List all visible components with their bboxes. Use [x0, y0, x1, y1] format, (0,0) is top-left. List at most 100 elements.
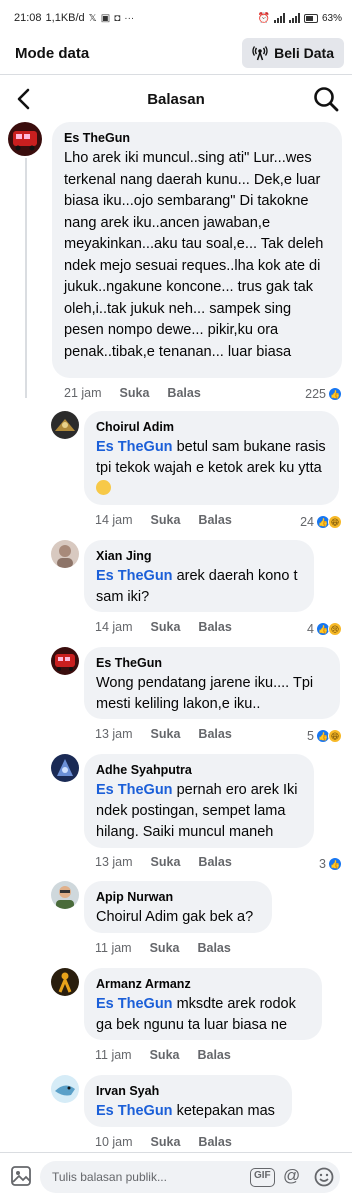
like-button[interactable]: Suka [151, 1135, 181, 1149]
reply-button[interactable]: Balas [198, 1135, 231, 1149]
comment-actions: 21 jam Suka Balas [64, 386, 201, 400]
reaction-count[interactable]: 4 👍 😢 [307, 622, 342, 636]
comment-time: 11 jam [95, 1048, 132, 1062]
avatar-image-icon [8, 122, 42, 156]
signal-icon [273, 13, 285, 23]
reaction-number: 225 [305, 387, 326, 401]
mention-link[interactable]: Es TheGun [96, 782, 173, 798]
avatar[interactable] [51, 647, 79, 675]
avatar-image-icon [51, 411, 79, 439]
reply-button[interactable]: Balas [197, 941, 230, 955]
comment-author[interactable]: Armanz Armanz [96, 976, 310, 992]
comment-actions: 14 jam Suka Balas [95, 620, 232, 634]
comment-time: 10 jam [95, 1135, 133, 1149]
avatar-image-icon [51, 540, 79, 568]
comment-actions: 11 jam Suka Balas [95, 941, 231, 955]
like-button[interactable]: Suka [120, 386, 150, 400]
like-button[interactable]: Suka [151, 855, 181, 869]
reply-button[interactable]: Balas [198, 620, 231, 634]
mention-link[interactable]: Es TheGun [96, 439, 173, 455]
reply-composer: Tulis balasan publik... GIF @ [0, 1152, 352, 1200]
data-mode-title: Mode data [15, 44, 90, 62]
comment-time: 14 jam [95, 513, 133, 527]
reaction-number: 24 [300, 515, 314, 529]
like-button[interactable]: Suka [150, 941, 180, 955]
comment-author[interactable]: Irvan Syah [96, 1083, 280, 1099]
comment-bubble[interactable]: Irvan Syah Es TheGun ketepakan mas [84, 1075, 292, 1127]
comment-bubble[interactable]: Apip Nurwan Choirul Adim gak bek a? [84, 881, 272, 933]
reply-button[interactable]: Balas [198, 855, 231, 869]
avatar[interactable] [51, 1075, 79, 1103]
comment-body: ketepakan mas [172, 1103, 275, 1119]
haha-reaction-icon: 😆 [328, 515, 342, 529]
alarm-icon: ⏰ [257, 12, 270, 24]
avatar-image-icon [51, 1075, 79, 1103]
reply-button[interactable]: Balas [198, 513, 231, 527]
haha-reaction-icon: 😆 [328, 729, 342, 743]
like-button[interactable]: Suka [151, 727, 181, 741]
comment-bubble[interactable]: Es TheGun Wong pendatang jarene iku.... … [84, 647, 340, 719]
comment-text: Es TheGun ketepakan mas [96, 1101, 280, 1122]
search-icon[interactable] [312, 85, 340, 113]
mention-link[interactable]: Es TheGun [96, 568, 173, 584]
buy-data-button[interactable]: Beli Data [242, 38, 344, 68]
comment-author[interactable]: Choirul Adim [96, 419, 327, 435]
comment-author[interactable]: Adhe Syahputra [96, 762, 302, 778]
comment-text: Es TheGun mksdte arek rodok ga bek ngunu… [96, 994, 310, 1036]
mention-link[interactable]: Es TheGun [96, 1103, 173, 1119]
comment-author[interactable]: Es TheGun [96, 655, 328, 671]
like-button[interactable]: Suka [151, 620, 181, 634]
avatar[interactable] [51, 754, 79, 782]
mention-link[interactable]: Es TheGun [96, 996, 173, 1012]
photo-icon[interactable] [10, 1165, 32, 1187]
status-bar: 21:08 1,1KB/d 𝕏 ▣ ◘ ··· ⏰ 63% [0, 0, 352, 36]
gif-button[interactable]: GIF [250, 1168, 275, 1187]
mention-at-icon[interactable]: @ [283, 1166, 300, 1186]
camera-icon: ◘ [114, 12, 121, 24]
page-title: Balasan [147, 90, 205, 108]
reply-button[interactable]: Balas [198, 727, 231, 741]
comment-author[interactable]: Xian Jing [96, 548, 302, 564]
comment-bubble[interactable]: Choirul Adim Es TheGun betul sam bukane … [84, 411, 339, 505]
avatar[interactable] [8, 122, 42, 156]
more-dots-icon: ··· [124, 12, 135, 24]
reaction-number: 5 [307, 729, 314, 743]
notification-icon: ▣ [100, 12, 111, 24]
sad-reaction-icon: 😢 [328, 622, 342, 636]
comment-author[interactable]: Es TheGun [64, 130, 330, 146]
reply-button[interactable]: Balas [167, 386, 200, 400]
comment-bubble[interactable]: Armanz Armanz Es TheGun mksdte arek rodo… [84, 968, 322, 1040]
comment-text: Es TheGun betul sam bukane rasis tpi tek… [96, 437, 327, 500]
comment-text: Es TheGun pernah ero arek Iki ndek posti… [96, 780, 302, 843]
reply-button[interactable]: Balas [197, 1048, 230, 1062]
comment-actions: 10 jam Suka Balas [95, 1135, 232, 1149]
status-time: 21:08 [14, 12, 42, 24]
avatar-image-icon [51, 968, 79, 996]
battery-icon [303, 13, 318, 23]
reaction-number: 4 [307, 622, 314, 636]
comment-time: 13 jam [95, 855, 133, 869]
like-button[interactable]: Suka [150, 1048, 180, 1062]
reaction-count[interactable]: 5 👍 😆 [307, 729, 342, 743]
reaction-count[interactable]: 225 👍 [305, 387, 342, 401]
like-button[interactable]: Suka [151, 513, 181, 527]
comment-bubble[interactable]: Es TheGun Lho arek iki muncul..sing ati"… [52, 122, 342, 378]
thread-line [25, 158, 27, 398]
avatar[interactable] [51, 411, 79, 439]
status-left: 21:08 1,1KB/d 𝕏 ▣ ◘ ··· [14, 12, 134, 24]
back-arrow-icon[interactable] [12, 86, 38, 112]
emoji-icon[interactable] [314, 1167, 334, 1187]
comment-bubble[interactable]: Adhe Syahputra Es TheGun pernah ero arek… [84, 754, 314, 848]
comment-author[interactable]: Apip Nurwan [96, 889, 260, 905]
comment-actions: 14 jam Suka Balas [95, 513, 232, 527]
reaction-count[interactable]: 24 👍 😆 [300, 515, 342, 529]
reaction-count[interactable]: 3 👍 [319, 857, 342, 871]
comment-text: Es TheGun arek daerah kono t sam iki? [96, 566, 302, 608]
avatar[interactable] [51, 968, 79, 996]
avatar[interactable] [51, 881, 79, 909]
buy-data-label: Beli Data [274, 45, 334, 61]
data-mode-bar: Mode data Beli Data [0, 36, 352, 70]
reaction-number: 3 [319, 857, 326, 871]
comment-bubble[interactable]: Xian Jing Es TheGun arek daerah kono t s… [84, 540, 314, 612]
avatar[interactable] [51, 540, 79, 568]
